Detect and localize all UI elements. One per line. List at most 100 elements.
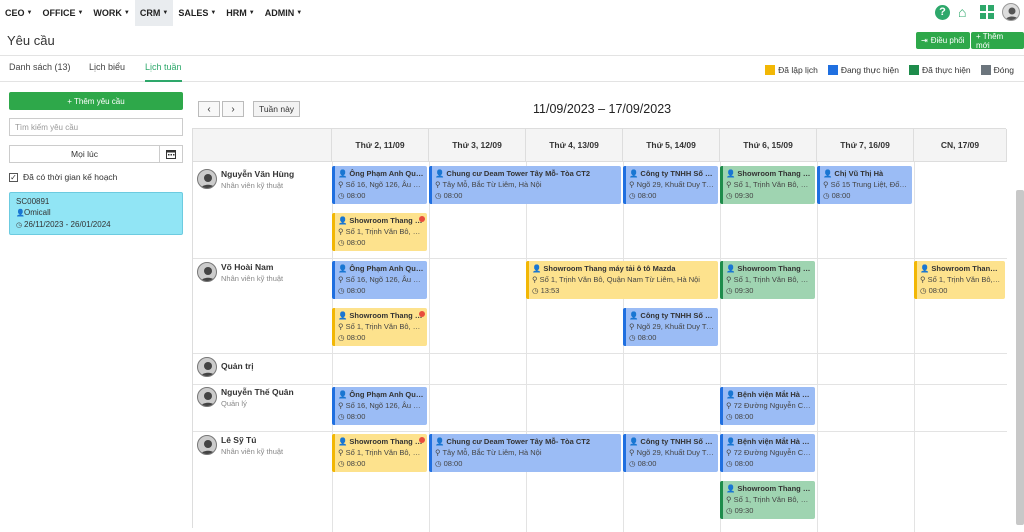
event-card[interactable]: 👤 Chung cư Deam Tower Tây Mỗ- Tòa CT2 ⚲ T… [429,166,621,204]
event-card[interactable]: 👤 Showroom Thang m... ⚲ Số 1, Trịnh Văn B… [720,166,815,204]
caret-down-icon: ▼ [248,10,255,16]
planned-time-filter[interactable]: ✓ Đã có thời gian kế hoạch [9,172,183,182]
help-icon[interactable]: ? [935,4,950,20]
person-name: Lê Sỹ Tú [221,435,257,445]
tab-schedule[interactable]: Lịch biểu [89,62,125,72]
nav-ceo[interactable]: CEO ▼ [0,0,37,26]
legend-item-in-progress: Đang thực hiện [827,65,899,75]
request-code: SC00891 [16,197,50,206]
avatar [197,387,217,407]
page-title: Yêu cầu [7,33,55,48]
person-role: Quản lý [221,399,247,408]
resource-row-person: Nguyễn Văn Hùng Nhân viên kỹ thuật [197,169,294,191]
day-header: Thứ 3, 12/09 [429,129,526,162]
resource-row-person: Quản trị [197,357,254,377]
event-card[interactable]: 👤 Showroom Thang m... ⚲ Số 1, Trịnh Văn B… [332,308,427,346]
event-card[interactable]: 👤 Công ty TNHH Số 6 ... ⚲ Ngõ 29, Khuất D… [623,166,718,204]
user-icon: 👤 [16,210,25,217]
legend-item-closed: Đóng [980,65,1014,75]
tabs-bar: Danh sách (13) Lịch biểu Lịch tuần Đã lậ… [0,56,1024,82]
user-avatar-icon[interactable] [1002,3,1020,21]
caret-down-icon: ▼ [162,10,169,16]
status-legend: Đã lập lịch Đang thực hiện Đã thực hiện … [765,65,1014,75]
dispatch-icon: ⇥ [921,36,928,45]
event-card[interactable]: 👤 Ông Phạm Anh Quân ⚲ Số 16, Ngõ 126, Âu … [332,261,427,299]
home-icon[interactable]: ⌂ [958,5,972,19]
resource-row-person: Nguyễn Thế Quân Quản lý [197,387,294,409]
person-name: Võ Hoài Nam [221,262,274,272]
caret-down-icon: ▼ [77,10,84,16]
add-request-button[interactable]: + Thêm yêu cầu [9,92,183,110]
event-card[interactable]: 👤 Showroom Thang m... ⚲ Số 1, Trịnh Văn B… [332,213,427,251]
prev-week-button[interactable]: ‹ [198,101,220,117]
event-card[interactable]: 👤 Chung cư Deam Tower Tây Mỗ- Tòa CT2 ⚲ T… [429,434,621,472]
event-card[interactable]: 👤 Showroom Thang m... ⚲ Số 1, Trịnh Văn B… [332,434,427,472]
nav-office[interactable]: OFFICE ▼ [37,0,88,26]
clock-icon: ◷ [16,222,23,229]
resource-header [193,129,332,162]
top-nav: CEO ▼ OFFICE ▼ WORK ▼ CRM ▼ SALES ▼ HRM ▼ ADMI… [0,0,1024,26]
chevron-left-icon: ‹ [207,103,211,115]
left-panel: + Thêm yêu cầu Tìm kiếm yêu cầu Mọi lúc … [9,92,183,235]
alert-dot-icon [419,311,425,317]
event-card[interactable]: 👤 Showroom Thang m... ⚲ Số 1, Trịnh Văn B… [720,261,815,299]
apps-grid-icon[interactable] [980,5,994,19]
unscheduled-request-card[interactable]: SC00891 👤Omicall ◷ 26/11/2023 - 26/01/202… [9,192,183,235]
event-card[interactable]: 👤 Ông Phạm Anh Quân ⚲ Số 16, Ngõ 126, Âu … [332,166,427,204]
avatar [197,262,217,282]
add-new-button[interactable]: + Thêm mới [971,32,1024,50]
search-input[interactable]: Tìm kiếm yêu cầu [9,118,183,136]
day-header: Thứ 5, 14/09 [623,129,720,162]
caret-down-icon: ▼ [210,10,217,16]
person-name: Nguyễn Thế Quân [221,387,294,397]
event-card[interactable]: 👤 Bệnh viện Mắt Hà N... ⚲ 72 Đường Nguyễn… [720,387,815,425]
day-header: Thứ 4, 13/09 [526,129,623,162]
nav-hrm[interactable]: HRM ▼ [221,0,259,26]
day-header: CN, 17/09 [914,129,1007,162]
date-filter[interactable]: Mọi lúc [9,145,183,163]
event-card[interactable]: 👤 Ông Phạm Anh Quân ⚲ Số 16, Ngõ 126, Âu … [332,387,427,425]
calendar-icon[interactable] [160,146,182,162]
nav-work[interactable]: WORK ▼ [88,0,134,26]
person-role: Nhân viên kỹ thuật [221,181,284,190]
alert-dot-icon [419,437,425,443]
title-bar: Yêu cầu ⇥ Điều phối + Thêm mới [0,26,1024,56]
tab-week[interactable]: Lịch tuần [145,62,182,82]
event-card[interactable]: 👤 Công ty TNHH Số 6 ... ⚲ Ngõ 29, Khuất D… [623,434,718,472]
top-icons: ? ⌂ [935,3,1020,21]
nav-admin[interactable]: ADMIN ▼ [260,0,307,26]
person-name: Nguyễn Văn Hùng [221,169,295,179]
day-header: Thứ 7, 16/09 [817,129,914,162]
event-card[interactable]: 👤 Chị Vũ Thị Hà ⚲ Số 15 Trung Liệt, Đốn..… [817,166,912,204]
week-grid: Thứ 2, 11/09 Thứ 3, 12/09 Thứ 4, 13/09 T… [192,128,1007,532]
resource-row-person: Lê Sỹ Tú Nhân viên kỹ thuật [197,435,283,457]
date-filter-label: Mọi lúc [10,146,160,162]
next-week-button[interactable]: › [222,101,244,117]
checkbox-icon[interactable]: ✓ [9,172,18,182]
dispatch-button[interactable]: ⇥ Điều phối [916,32,970,49]
nav-sales[interactable]: SALES ▼ [173,0,221,26]
resource-row-person: Võ Hoài Nam Nhân viên kỹ thuật [197,262,283,284]
tab-list[interactable]: Danh sách (13) [9,62,71,72]
this-week-button[interactable]: Tuần này [253,101,300,117]
chevron-right-icon: › [231,103,235,115]
alert-dot-icon [419,216,425,222]
caret-down-icon: ▼ [123,10,130,16]
caret-down-icon: ▼ [296,10,303,16]
vertical-scrollbar[interactable] [1016,190,1024,525]
nav-crm[interactable]: CRM ▼ [134,0,174,26]
event-card[interactable]: 👤 Công ty TNHH Số 6 ... ⚲ Ngõ 29, Khuất D… [623,308,718,346]
event-card[interactable]: 👤 Showroom Thang máy tải ô tô Mazda ⚲ Số … [526,261,718,299]
person-role: Nhân viên kỹ thuật [221,274,284,283]
day-header: Thứ 6, 15/09 [720,129,817,162]
event-card[interactable]: 👤 Showroom Thang m... ⚲ Số 1, Trịnh Văn B… [914,261,1005,299]
legend-item-done: Đã thực hiện [908,65,971,75]
event-card[interactable]: 👤 Showroom Thang m... ⚲ Số 1, Trịnh Văn B… [720,481,815,519]
event-card[interactable]: 👤 Bệnh viện Mắt Hà N... ⚲ 72 Đường Nguyễn… [720,434,815,472]
day-header: Thứ 2, 11/09 [332,129,429,162]
avatar [197,357,217,377]
legend-item-scheduled: Đã lập lịch [765,65,818,75]
person-role: Nhân viên kỹ thuật [221,447,284,456]
caret-down-icon: ▼ [26,10,33,16]
person-name: Quản trị [221,361,254,371]
